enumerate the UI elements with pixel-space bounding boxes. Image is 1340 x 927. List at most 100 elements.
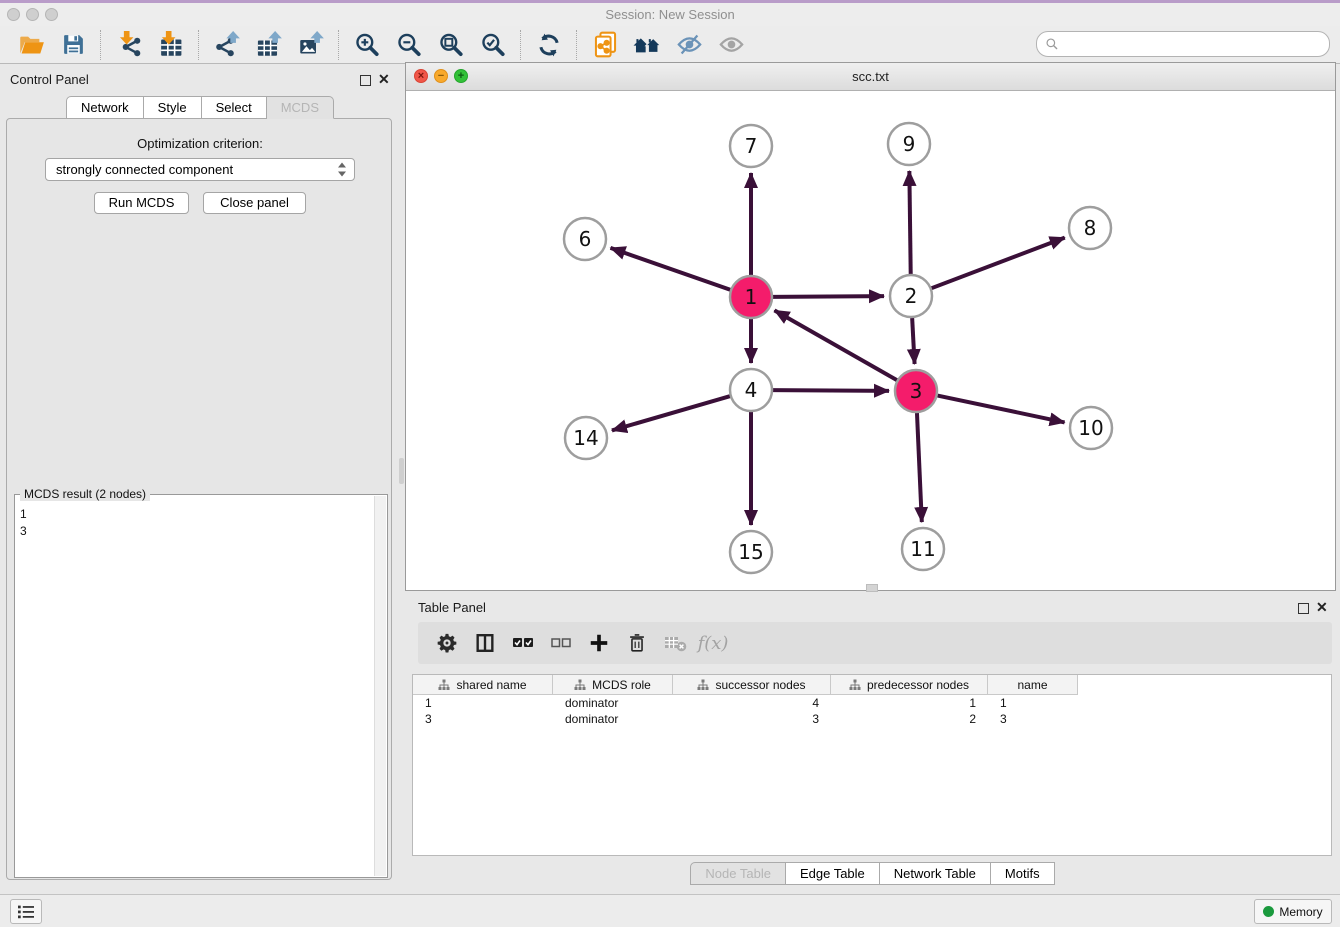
graph-node-14[interactable]: 14	[565, 417, 607, 459]
graph-node-4[interactable]: 4	[730, 369, 772, 411]
graph-node-3[interactable]: 3	[895, 370, 937, 412]
first-neighbors-button[interactable]	[630, 29, 664, 61]
open-file-button[interactable]	[14, 29, 48, 61]
add-column-button[interactable]	[582, 627, 616, 659]
export-table-button[interactable]	[252, 29, 286, 61]
tab-node-table[interactable]: Node Table	[690, 862, 786, 885]
table-settings-button[interactable]	[430, 627, 464, 659]
graph-edge-4-3[interactable]	[773, 390, 889, 391]
graph-node-2[interactable]: 2	[890, 275, 932, 317]
graph-node-10[interactable]: 10	[1070, 407, 1112, 449]
graph-edge-3-10[interactable]	[938, 396, 1065, 423]
import-table-button[interactable]	[154, 29, 188, 61]
graph-node-7[interactable]: 7	[730, 125, 772, 167]
search-field[interactable]	[1036, 31, 1330, 57]
tab-network[interactable]: Network	[66, 96, 144, 119]
float-table-panel-icon[interactable]	[1298, 601, 1309, 619]
tab-motifs[interactable]: Motifs	[991, 862, 1055, 885]
delete-table-icon	[663, 633, 687, 653]
table-row[interactable]: 3dominator323	[413, 711, 1331, 727]
graph-node-9[interactable]: 9	[888, 123, 930, 165]
vertical-splitter-handle[interactable]	[399, 458, 404, 484]
zoom-window-button[interactable]	[45, 8, 58, 21]
graph-edge-4-14[interactable]	[612, 396, 730, 430]
zoom-out-icon	[396, 32, 422, 58]
result-scrollbar[interactable]	[374, 496, 386, 876]
control-panel-title: Control Panel	[10, 72, 89, 87]
mcds-result-box	[14, 494, 388, 878]
save-session-button[interactable]	[56, 29, 90, 61]
graph-node-15[interactable]: 15	[730, 531, 772, 573]
select-all-button[interactable]	[506, 627, 540, 659]
graph-edge-1-2[interactable]	[773, 296, 884, 297]
task-history-button[interactable]	[10, 899, 42, 924]
zoom-fit-icon	[438, 32, 464, 58]
minimize-window-button[interactable]	[26, 8, 39, 21]
close-panel-icon[interactable]: ✕	[378, 74, 390, 84]
tab-edge-table[interactable]: Edge Table	[786, 862, 880, 885]
export-network-button[interactable]	[210, 29, 244, 61]
table-panel: Table Panel ✕ f(x) shared nameMCDS roles…	[405, 596, 1340, 888]
import-table-icon	[158, 31, 185, 58]
delete-column-button[interactable]	[620, 627, 654, 659]
zoom-selected-button[interactable]	[476, 29, 510, 61]
optimization-criterion-label: Optimization criterion:	[0, 136, 400, 151]
tab-mcds[interactable]: MCDS	[267, 96, 334, 119]
graph-edge-1-6[interactable]	[610, 248, 730, 290]
graph-node-8[interactable]: 8	[1069, 207, 1111, 249]
zoom-fit-button[interactable]	[434, 29, 468, 61]
view-resize-handle[interactable]	[866, 584, 878, 592]
column-header-successor-nodes[interactable]: successor nodes	[673, 675, 831, 695]
column-header-MCDS-role[interactable]: MCDS role	[553, 675, 673, 695]
deselect-all-button[interactable]	[544, 627, 578, 659]
graph-edge-2-3[interactable]	[912, 318, 914, 364]
float-panel-icon[interactable]	[360, 73, 371, 91]
minimize-view-button[interactable]: −	[434, 69, 448, 83]
show-details-button[interactable]	[714, 29, 748, 61]
clone-network-button[interactable]	[588, 29, 622, 61]
close-table-panel-icon[interactable]: ✕	[1316, 602, 1328, 612]
column-header-label: predecessor nodes	[867, 678, 969, 692]
column-header-shared-name[interactable]: shared name	[413, 675, 553, 695]
column-header-name[interactable]: name	[988, 675, 1078, 695]
refresh-view-button[interactable]	[532, 29, 566, 61]
column-header-predecessor-nodes[interactable]: predecessor nodes	[831, 675, 988, 695]
result-line: 3	[20, 523, 27, 540]
table-cell: 3	[673, 712, 831, 726]
close-window-button[interactable]	[7, 8, 20, 21]
export-image-icon	[298, 31, 325, 58]
zoom-out-button[interactable]	[392, 29, 426, 61]
network-window-titlebar[interactable]: × − + scc.txt	[406, 63, 1335, 91]
maximize-view-button[interactable]: +	[454, 69, 468, 83]
graph-edge-3-1[interactable]	[774, 310, 896, 380]
tab-style[interactable]: Style	[144, 96, 202, 119]
list-icon	[16, 904, 36, 920]
import-network-button[interactable]	[112, 29, 146, 61]
tab-select[interactable]: Select	[202, 96, 267, 119]
toolbar-separator	[576, 30, 578, 60]
show-columns-button[interactable]	[468, 627, 502, 659]
graph-edge-2-8[interactable]	[932, 238, 1065, 289]
memory-button[interactable]: Memory	[1254, 899, 1332, 924]
result-line: 1	[20, 506, 27, 523]
optimization-criterion-select[interactable]: strongly connected component	[45, 158, 355, 181]
hide-details-button[interactable]	[672, 29, 706, 61]
table-row[interactable]: 1dominator411	[413, 695, 1331, 711]
close-panel-button[interactable]: Close panel	[203, 192, 306, 214]
svg-text:8: 8	[1084, 216, 1097, 240]
graph-node-11[interactable]: 11	[902, 528, 944, 570]
graph-node-6[interactable]: 6	[564, 218, 606, 260]
run-mcds-button[interactable]: Run MCDS	[94, 192, 189, 214]
close-view-button[interactable]: ×	[414, 69, 428, 83]
network-graph-canvas[interactable]: 7 9 6 8 1 2 4 3 14 10 15 11	[406, 90, 1335, 590]
save-session-icon	[61, 32, 86, 57]
network-view-title: scc.txt	[406, 63, 1335, 90]
export-image-button[interactable]	[294, 29, 328, 61]
search-input[interactable]	[1063, 33, 1329, 55]
graph-edge-2-9[interactable]	[909, 171, 910, 274]
zoom-in-button[interactable]	[350, 29, 384, 61]
table-cell: 1	[831, 696, 988, 710]
graph-node-1[interactable]: 1	[730, 276, 772, 318]
graph-edge-3-11[interactable]	[917, 413, 922, 522]
tab-network-table[interactable]: Network Table	[880, 862, 991, 885]
